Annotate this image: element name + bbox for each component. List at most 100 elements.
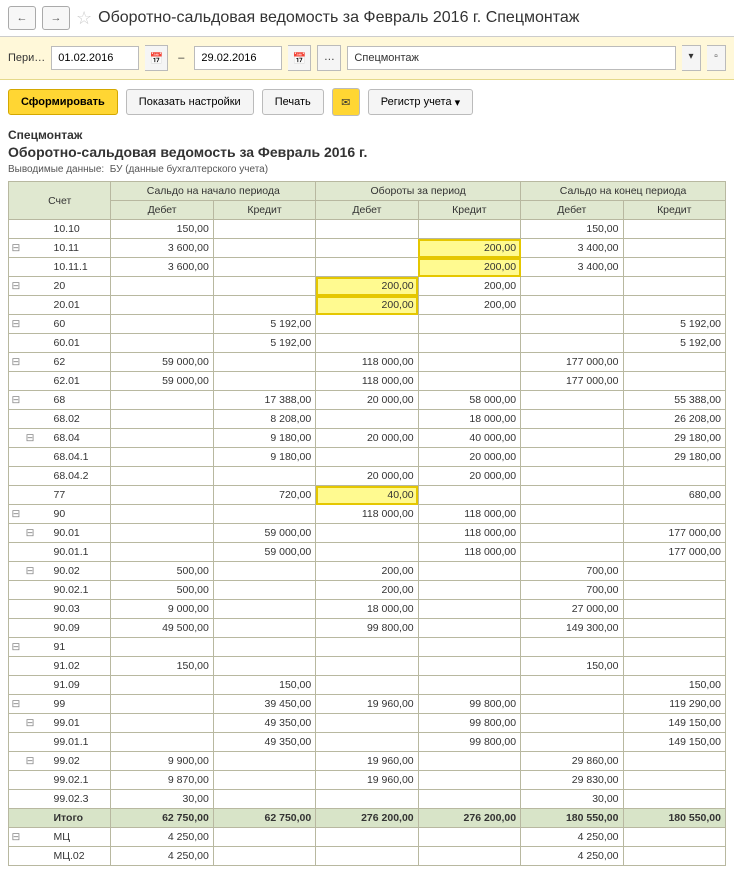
table-row[interactable]: ⊟90.02500,00200,00700,00 (9, 562, 726, 581)
table-row[interactable]: 10.11.13 600,00200,003 400,00 (9, 258, 726, 277)
period-from-input[interactable] (51, 46, 139, 70)
table-row[interactable]: ⊟6259 000,00118 000,00177 000,00 (9, 353, 726, 372)
period-dash: – (174, 52, 188, 64)
table-row[interactable]: ⊟605 192,005 192,00 (9, 315, 726, 334)
value-cell (316, 448, 418, 467)
expand-icon[interactable]: ⊟ (23, 714, 37, 733)
expand-icon[interactable]: ⊟ (23, 524, 37, 543)
expand-icon[interactable]: ⊟ (23, 752, 37, 771)
table-row[interactable]: Итого62 750,0062 750,00276 200,00276 200… (9, 809, 726, 828)
value-cell: 500,00 (111, 581, 213, 600)
value-cell (316, 239, 418, 258)
expand-icon[interactable]: ⊟ (23, 562, 37, 581)
value-cell (213, 372, 315, 391)
org-open-icon[interactable]: ▫ (707, 45, 726, 71)
expand-icon[interactable]: ⊟ (9, 277, 23, 296)
value-cell (521, 315, 623, 334)
account-cell: 77 (51, 486, 110, 505)
calendar-to-icon[interactable]: 📅 (288, 45, 311, 71)
account-cell: МЦ.02 (51, 847, 110, 866)
period-to-input[interactable] (194, 46, 282, 70)
print-button[interactable]: Печать (262, 89, 324, 115)
value-cell (418, 771, 520, 790)
table-row[interactable]: ⊟6817 388,0020 000,0058 000,0055 388,00 (9, 391, 726, 410)
value-cell (623, 581, 726, 600)
table-row[interactable]: 99.02.330,0030,00 (9, 790, 726, 809)
table-row[interactable]: 68.028 208,0018 000,0026 208,00 (9, 410, 726, 429)
value-cell: 59 000,00 (111, 372, 213, 391)
table-row[interactable]: ⊟90.0159 000,00118 000,00177 000,00 (9, 524, 726, 543)
table-row[interactable]: 90.01.159 000,00118 000,00177 000,00 (9, 543, 726, 562)
table-row[interactable]: ⊟9939 450,0019 960,0099 800,00119 290,00 (9, 695, 726, 714)
table-row[interactable]: ⊟МЦ4 250,004 250,00 (9, 828, 726, 847)
expand-icon[interactable]: ⊟ (9, 239, 23, 258)
favorite-star-icon[interactable]: ☆ (76, 8, 92, 29)
table-row[interactable]: 91.02150,00150,00 (9, 657, 726, 676)
account-cell: 68.04 (51, 429, 110, 448)
value-cell (213, 657, 315, 676)
value-cell: 20 000,00 (316, 429, 418, 448)
table-row[interactable]: 68.04.220 000,0020 000,00 (9, 467, 726, 486)
value-cell (521, 543, 623, 562)
value-cell (418, 353, 520, 372)
table-row[interactable]: ⊟99.029 900,0019 960,0029 860,00 (9, 752, 726, 771)
table-row[interactable]: ⊟10.113 600,00200,003 400,00 (9, 239, 726, 258)
table-row[interactable]: ⊟91 (9, 638, 726, 657)
mail-icon[interactable]: ✉ (332, 88, 360, 116)
table-row[interactable]: 99.02.19 870,0019 960,0029 830,00 (9, 771, 726, 790)
account-cell: 99.01 (51, 714, 110, 733)
value-cell (316, 334, 418, 353)
table-row[interactable]: 62.0159 000,00118 000,00177 000,00 (9, 372, 726, 391)
table-row[interactable]: 90.0949 500,0099 800,00149 300,00 (9, 619, 726, 638)
value-cell: 720,00 (213, 486, 315, 505)
table-row[interactable]: ⊟68.049 180,0020 000,0040 000,0029 180,0… (9, 429, 726, 448)
registry-button[interactable]: Регистр учета ▾ (368, 89, 473, 115)
value-cell (111, 543, 213, 562)
value-cell: 3 400,00 (521, 258, 623, 277)
account-cell: 99.02 (51, 752, 110, 771)
value-cell: 150,00 (111, 657, 213, 676)
value-cell (316, 543, 418, 562)
expand-icon[interactable]: ⊟ (9, 828, 23, 847)
value-cell (418, 600, 520, 619)
value-cell (623, 657, 726, 676)
table-row[interactable]: 99.01.149 350,0099 800,00149 150,00 (9, 733, 726, 752)
expand-icon[interactable]: ⊟ (9, 315, 23, 334)
show-settings-button[interactable]: Показать настройки (126, 89, 254, 115)
expand-icon[interactable]: ⊟ (9, 353, 23, 372)
expand-icon[interactable]: ⊟ (9, 505, 23, 524)
value-cell: 150,00 (521, 220, 623, 239)
col-turnover: Обороты за период (316, 182, 521, 201)
calendar-from-icon[interactable]: 📅 (145, 45, 168, 71)
table-row[interactable]: 77720,0040,00680,00 (9, 486, 726, 505)
expand-icon[interactable]: ⊟ (9, 695, 23, 714)
value-cell (623, 467, 726, 486)
nav-forward-button[interactable]: → (42, 6, 70, 30)
table-row[interactable]: ⊟20200,00200,00 (9, 277, 726, 296)
expand-icon[interactable]: ⊟ (9, 391, 23, 410)
table-row[interactable]: ⊟90118 000,00118 000,00 (9, 505, 726, 524)
form-button[interactable]: Сформировать (8, 89, 118, 115)
account-cell: 90.02.1 (51, 581, 110, 600)
expand-icon[interactable]: ⊟ (9, 638, 23, 657)
nav-back-button[interactable]: ← (8, 6, 36, 30)
table-row[interactable]: 90.02.1500,00200,00700,00 (9, 581, 726, 600)
value-cell (111, 505, 213, 524)
value-cell: 49 350,00 (213, 714, 315, 733)
table-row[interactable]: 20.01200,00200,00 (9, 296, 726, 315)
table-row[interactable]: ⊟99.0149 350,0099 800,00149 150,00 (9, 714, 726, 733)
account-cell: 99.02.3 (51, 790, 110, 809)
table-row[interactable]: 91.09150,00150,00 (9, 676, 726, 695)
period-more-button[interactable]: … (317, 45, 341, 71)
org-dropdown-icon[interactable]: ▾ (682, 45, 701, 71)
value-cell (111, 391, 213, 410)
table-row[interactable]: МЦ.024 250,004 250,00 (9, 847, 726, 866)
org-select[interactable]: Спецмонтаж (347, 46, 676, 70)
table-row[interactable]: 60.015 192,005 192,00 (9, 334, 726, 353)
account-cell: 68.04.1 (51, 448, 110, 467)
value-cell: 150,00 (521, 657, 623, 676)
table-row[interactable]: 10.10150,00150,00 (9, 220, 726, 239)
expand-icon[interactable]: ⊟ (23, 429, 37, 448)
table-row[interactable]: 68.04.19 180,0020 000,0029 180,00 (9, 448, 726, 467)
table-row[interactable]: 90.039 000,0018 000,0027 000,00 (9, 600, 726, 619)
